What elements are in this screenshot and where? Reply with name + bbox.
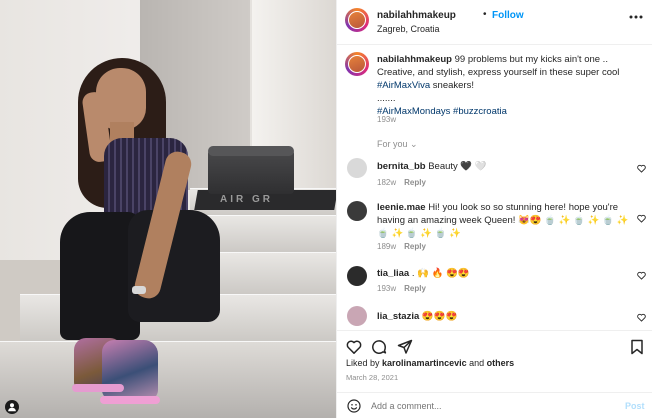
header-separator: • (483, 9, 487, 20)
post-comment-button[interactable]: Post (625, 401, 645, 411)
add-comment-bar: Post (337, 392, 652, 419)
liked-by-user[interactable]: karolinamartincevic (382, 358, 467, 368)
like-comment-heart-icon[interactable] (637, 164, 646, 175)
reply-button[interactable]: Reply (404, 284, 426, 293)
post-date: March 28, 2021 (346, 373, 399, 382)
caption-dots: ....... (377, 93, 396, 104)
user-tag-icon[interactable] (5, 400, 19, 414)
likes-summary: Liked by karolinamartincevic and others (346, 358, 514, 368)
reply-button[interactable]: Reply (404, 242, 426, 251)
save-bookmark-icon[interactable] (629, 339, 645, 355)
author-avatar[interactable] (345, 8, 369, 32)
hashtag-link[interactable]: #AirMaxViva (377, 80, 430, 91)
post-header: nabilahhmakeup • Follow Zagreb, Croatia (337, 0, 652, 45)
comment-avatar[interactable] (347, 158, 367, 178)
post-caption: nabilahhmakeup 99 problems but my kicks … (377, 53, 639, 118)
comment-meta: 182w Reply (377, 178, 426, 187)
instagram-post-view: AIR GR nabilahhmakeup • Follow Zagreb, C… (0, 0, 652, 418)
comment-avatar[interactable] (347, 306, 367, 326)
comment-item: leenie.mae Hi! you look so so stunning h… (377, 201, 639, 240)
photo-sneaker-sole (100, 396, 160, 404)
like-comment-heart-icon[interactable] (637, 271, 646, 282)
comment-username[interactable]: bernita_bb (377, 161, 426, 172)
comment-username[interactable]: tia_liaa (377, 268, 409, 279)
comment-meta: 193w Reply (377, 284, 426, 293)
liked-by-others[interactable]: others (487, 358, 515, 368)
comment-item: bernita_bb Beauty 🖤 🤍 (377, 160, 639, 173)
photo-figure-watch (132, 286, 146, 294)
comment-avatar[interactable] (347, 266, 367, 286)
comment-username[interactable]: leenie.mae (377, 202, 426, 213)
add-comment-input[interactable] (371, 401, 601, 411)
emoji-smile-icon[interactable] (347, 399, 361, 413)
comment-item: tia_liaa . 🙌 🔥 😍😍 (377, 267, 639, 280)
comment-avatar[interactable] (347, 201, 367, 221)
comment-sort-dropdown[interactable]: For you ⌄ (377, 139, 418, 150)
comment-time: 182w (377, 178, 397, 187)
author-username[interactable]: nabilahhmakeup (377, 10, 456, 21)
post-photo[interactable]: AIR GR (0, 0, 336, 418)
like-comment-heart-icon[interactable] (637, 313, 646, 324)
like-heart-icon[interactable] (346, 339, 362, 355)
caption-text-end: sneakers! (430, 80, 474, 91)
like-comment-heart-icon[interactable] (637, 214, 646, 225)
photo-mat-text: AIR GR (220, 194, 273, 205)
liked-by-prefix: Liked by (346, 358, 380, 368)
comment-item: lia_stazia 😍😍😍 (377, 310, 639, 323)
comment-meta: 189w Reply (377, 242, 426, 251)
comment-time: 193w (377, 284, 397, 293)
photo-stair (0, 341, 336, 418)
post-details-panel: nabilahhmakeup • Follow Zagreb, Croatia … (336, 0, 652, 418)
comment-text: Beauty 🖤 🤍 (428, 161, 487, 172)
caption-username[interactable]: nabilahhmakeup (377, 54, 452, 65)
reply-button[interactable]: Reply (404, 178, 426, 187)
follow-button[interactable]: Follow (492, 10, 524, 21)
photo-pouf-top (208, 146, 294, 156)
comment-time: 189w (377, 242, 397, 251)
comment-text: 😍😍😍 (421, 311, 458, 322)
post-location[interactable]: Zagreb, Croatia (377, 24, 440, 34)
comment-username[interactable]: lia_stazia (377, 311, 419, 322)
share-send-icon[interactable] (397, 339, 413, 355)
hashtag-link[interactable]: #buzzcroatia (453, 106, 507, 117)
comment-text: . 🙌 🔥 😍😍 (411, 268, 470, 279)
comment-bubble-icon[interactable] (371, 339, 387, 355)
photo-sneaker-sole (72, 384, 124, 392)
caption-timestamp: 193w (377, 115, 397, 124)
more-options-icon[interactable] (629, 10, 643, 27)
caption-author-avatar[interactable] (345, 52, 369, 76)
liked-by-and: and (469, 358, 485, 368)
